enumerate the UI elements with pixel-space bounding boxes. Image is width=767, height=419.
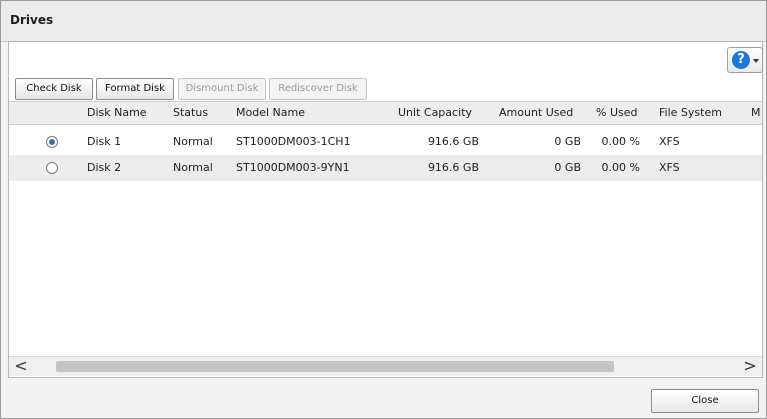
help-menu-button[interactable]: ? — [727, 47, 763, 73]
column-header-model-name[interactable]: Model Name — [236, 106, 305, 119]
model-name-cell: ST1000DM003-9YN1 — [236, 161, 350, 174]
disk-name-cell: Disk 1 — [87, 135, 122, 148]
column-header-truncated[interactable]: M — [751, 106, 761, 119]
column-header-unit-capacity[interactable]: Unit Capacity — [398, 106, 472, 119]
file-system-cell: XFS — [659, 161, 680, 174]
scrollbar-thumb[interactable] — [56, 361, 614, 372]
horizontal-scrollbar[interactable]: < > — [9, 356, 762, 376]
column-header-status[interactable]: Status — [173, 106, 208, 119]
scroll-left-arrow-icon[interactable]: < — [11, 357, 31, 376]
dismount-disk-button[interactable]: Dismount Disk — [178, 78, 266, 100]
rediscover-disk-button[interactable]: Rediscover Disk — [269, 78, 367, 100]
scroll-right-arrow-icon[interactable]: > — [740, 357, 760, 376]
unit-capacity-cell: 916.6 GB — [427, 135, 479, 148]
close-button[interactable]: Close — [651, 389, 759, 413]
column-header-file-system[interactable]: File System — [659, 106, 722, 119]
percent-used-cell: 0.00 % — [601, 161, 640, 174]
format-disk-button[interactable]: Format Disk — [96, 78, 174, 100]
percent-used-cell: 0.00 % — [601, 135, 640, 148]
check-disk-button[interactable]: Check Disk — [15, 78, 93, 100]
status-cell: Normal — [173, 135, 213, 148]
title-bar: Drives — [1, 1, 766, 42]
amount-used-cell: 0 GB — [554, 161, 581, 174]
unit-capacity-cell: 916.6 GB — [427, 161, 479, 174]
column-header-amount-used[interactable]: Amount Used — [499, 106, 573, 119]
help-icon: ? — [732, 51, 750, 69]
window-title: Drives — [10, 13, 54, 27]
model-name-cell: ST1000DM003-1CH1 — [236, 135, 351, 148]
file-system-cell: XFS — [659, 135, 680, 148]
chevron-down-icon — [753, 59, 759, 63]
row-select-radio[interactable] — [46, 162, 58, 174]
status-cell: Normal — [173, 161, 213, 174]
table-row[interactable]: Disk 1 Normal ST1000DM003-1CH1 916.6 GB … — [9, 129, 762, 155]
row-select-radio[interactable] — [46, 136, 58, 148]
column-header-disk-name[interactable]: Disk Name — [87, 106, 147, 119]
amount-used-cell: 0 GB — [554, 135, 581, 148]
table-header: Disk Name Status Model Name Unit Capacit… — [9, 101, 762, 125]
disk-name-cell: Disk 2 — [87, 161, 122, 174]
column-header-percent-used[interactable]: % Used — [596, 106, 637, 119]
table-row[interactable]: Disk 2 Normal ST1000DM003-9YN1 916.6 GB … — [9, 155, 762, 181]
